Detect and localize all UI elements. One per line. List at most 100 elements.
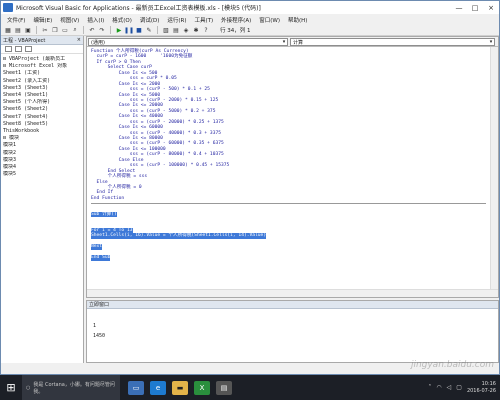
properties-icon[interactable]: ▤: [172, 26, 180, 34]
paste-icon[interactable]: ▭: [61, 26, 69, 34]
view-object-icon[interactable]: [15, 46, 22, 52]
toolbar-separator: [36, 26, 37, 34]
undo-icon[interactable]: ↶: [88, 26, 96, 34]
toolbar-separator: [83, 26, 84, 34]
project-pane-title: 工程 - VBAProject ×: [1, 36, 83, 45]
immediate-window-title: 立即窗口: [87, 301, 498, 309]
menu-addins[interactable]: 外接程序(A): [217, 16, 255, 24]
immediate-line: 1: [93, 323, 97, 329]
clock[interactable]: 10:16 2016-07-26: [467, 381, 496, 395]
tree-node[interactable]: Sheet3 (Sheet3): [3, 85, 83, 92]
project-pane-title-text: 工程 - VBAProject: [3, 37, 46, 44]
tree-node[interactable]: Sheet2 (录入工资): [3, 78, 83, 85]
design-mode-icon[interactable]: ✎: [145, 26, 153, 34]
cut-icon[interactable]: ✂: [41, 26, 49, 34]
chevron-down-icon: ▾: [282, 39, 286, 45]
find-icon[interactable]: ⌕: [71, 26, 79, 34]
menu-window[interactable]: 窗口(W): [255, 16, 284, 24]
file-explorer-icon[interactable]: ▬: [172, 380, 188, 395]
project-explorer: 工程 - VBAProject × ⊟ VBAProject (最新员工 ⊟ M…: [1, 36, 84, 363]
procedure-combo[interactable]: 计算 ▾: [290, 38, 495, 46]
toggle-folders-icon[interactable]: [25, 46, 32, 52]
object-combo-value: (通用): [91, 39, 105, 46]
close-button[interactable]: ×: [483, 1, 499, 14]
menu-help[interactable]: 帮助(H): [284, 16, 311, 24]
windows-taskbar: ⊞ ○ 我是 Cortana，小娜。有问题尽管问我。 ▭ e ▬ X ▤ ˄ ◠…: [0, 375, 500, 400]
tree-node[interactable]: ⊟ Microsoft Excel 对象: [3, 63, 83, 70]
project-explorer-icon[interactable]: ▧: [162, 26, 170, 34]
watermark: jingyan.baidu.com: [410, 360, 494, 370]
object-browser-icon[interactable]: ◈: [182, 26, 190, 34]
vba-editor-task-icon[interactable]: ▤: [216, 380, 232, 395]
notification-icon[interactable]: ▢: [456, 384, 462, 391]
menu-bar: 文件(F) 编辑(E) 视图(V) 插入(I) 格式(O) 调试(D) 运行(R…: [1, 14, 499, 25]
tree-node[interactable]: Sheet6 (Sheet2): [3, 106, 83, 113]
minimize-button[interactable]: —: [451, 1, 467, 14]
system-tray: ˄ ◠ ◁ ▢ 10:16 2016-07-26: [428, 381, 500, 395]
break-icon[interactable]: ❚❚: [124, 26, 134, 34]
windows-start-icon[interactable]: ⊞: [0, 375, 22, 400]
procedure-combo-value: 计算: [293, 39, 304, 46]
search-icon: ○: [26, 384, 31, 391]
cortana-search-box[interactable]: ○ 我是 Cortana，小娜。有问题尽管问我。: [22, 375, 120, 400]
excel-view-icon[interactable]: ▦: [4, 26, 12, 34]
tree-node[interactable]: ⊟ 模块: [3, 135, 83, 142]
tree-node[interactable]: 模块3: [3, 157, 83, 164]
run-icon[interactable]: ▶: [115, 26, 123, 34]
excel-icon[interactable]: X: [194, 380, 210, 395]
menu-format[interactable]: 格式(O): [108, 16, 136, 24]
selected-code-line: Sheet1.Cells(i, 16).Value = 个人所得税(Sheet1…: [91, 233, 267, 239]
reset-icon[interactable]: ■: [135, 26, 143, 34]
tree-node[interactable]: 模块4: [3, 164, 83, 171]
project-pane-close-button[interactable]: ×: [77, 37, 81, 43]
code-editor[interactable]: Function 个人所得税(curP As Currency) curP = …: [87, 47, 490, 289]
copy-icon[interactable]: ❐: [51, 26, 59, 34]
tree-node[interactable]: 模块2: [3, 150, 83, 157]
vba-window: Microsoft Visual Basic for Applications …: [0, 0, 500, 375]
toolbox-icon[interactable]: ✱: [192, 26, 200, 34]
tree-node[interactable]: ThisWorkbook: [3, 128, 83, 135]
tree-node[interactable]: 模块1: [3, 142, 83, 149]
help-icon[interactable]: ?: [202, 26, 210, 34]
volume-icon[interactable]: ◁: [447, 384, 452, 391]
menu-edit[interactable]: 编辑(E): [29, 16, 56, 24]
task-view-icon[interactable]: ▭: [128, 380, 144, 395]
menu-file[interactable]: 文件(F): [3, 16, 29, 24]
insert-module-icon[interactable]: ▤: [14, 26, 22, 34]
window-title: Microsoft Visual Basic for Applications …: [16, 5, 261, 12]
tree-node[interactable]: Sheet7 (Sheet4): [3, 114, 83, 121]
menu-tools[interactable]: 工具(T): [191, 16, 218, 24]
code-line: End Function: [91, 195, 125, 201]
procedure-separator: [91, 203, 486, 205]
immediate-output[interactable]: 1 1450: [87, 309, 498, 341]
project-pane-tools: [1, 45, 83, 54]
tree-node[interactable]: Sheet1 (工资): [3, 70, 83, 77]
code-window: (通用) ▾ 计算 ▾ Function 个人所得税(curP As Curre…: [86, 36, 499, 298]
menu-view[interactable]: 视图(V): [56, 16, 83, 24]
tree-node[interactable]: Sheet4 (Sheet1): [3, 92, 83, 99]
toolbar-separator: [157, 26, 158, 34]
network-icon[interactable]: ◠: [436, 384, 441, 391]
menu-run[interactable]: 运行(R): [163, 16, 190, 24]
tree-node[interactable]: Sheet5 (个人所得): [3, 99, 83, 106]
clock-time: 10:16: [481, 380, 496, 387]
clock-date: 2016-07-26: [466, 387, 496, 394]
code-vertical-scrollbar[interactable]: [490, 47, 498, 289]
immediate-window[interactable]: 立即窗口 1 1450: [86, 300, 499, 363]
immediate-line: 1450: [93, 333, 106, 339]
tree-node[interactable]: Sheet8 (Sheet5): [3, 121, 83, 128]
object-combo[interactable]: (通用) ▾: [88, 38, 288, 46]
edge-browser-icon[interactable]: e: [150, 380, 166, 395]
project-tree: ⊟ VBAProject (最新员工 ⊟ Microsoft Excel 对象 …: [1, 54, 83, 178]
redo-icon[interactable]: ↷: [98, 26, 106, 34]
tree-node[interactable]: ⊟ VBAProject (最新员工: [3, 56, 83, 63]
code-horizontal-scrollbar[interactable]: [87, 289, 498, 297]
save-icon[interactable]: ▣: [24, 26, 32, 34]
view-code-icon[interactable]: [5, 46, 12, 52]
menu-debug[interactable]: 调试(D): [136, 16, 164, 24]
maximize-button[interactable]: □: [467, 1, 483, 14]
menu-insert[interactable]: 插入(I): [83, 16, 108, 24]
tree-node[interactable]: 模块5: [3, 171, 83, 178]
tray-chevron-up-icon[interactable]: ˄: [428, 384, 431, 391]
selected-code-line: End Sub: [91, 255, 111, 261]
